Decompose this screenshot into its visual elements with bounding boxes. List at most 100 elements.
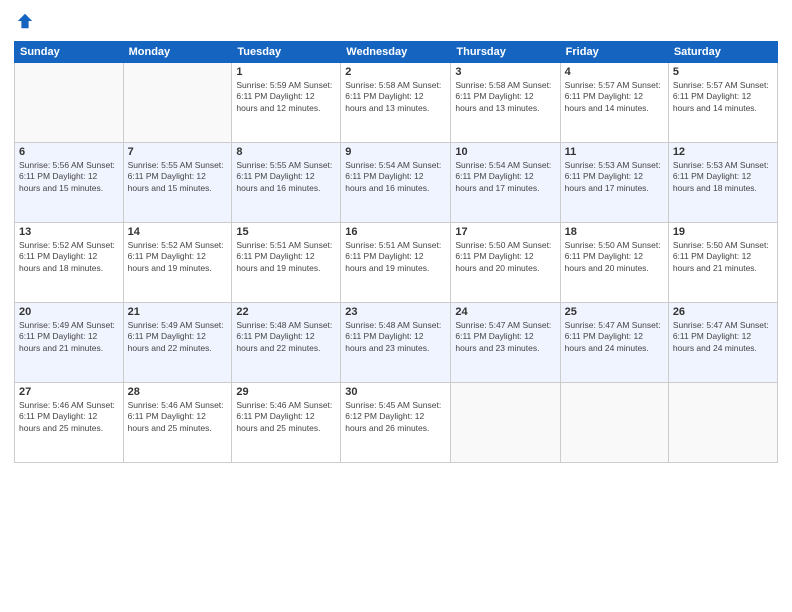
calendar-day-cell: 20 Sunrise: 5:49 AM Sunset: 6:11 PM Dayli… (15, 303, 124, 383)
day-info: Sunrise: 5:48 AM Sunset: 6:11 PM Dayligh… (236, 320, 336, 354)
page: SundayMondayTuesdayWednesdayThursdayFrid… (0, 0, 792, 612)
weekday-header: Tuesday (232, 42, 341, 63)
calendar-day-cell: 26 Sunrise: 5:47 AM Sunset: 6:11 PM Dayli… (668, 303, 777, 383)
day-number: 27 (19, 386, 119, 398)
day-info: Sunrise: 5:46 AM Sunset: 6:11 PM Dayligh… (236, 400, 336, 434)
day-info: Sunrise: 5:55 AM Sunset: 6:11 PM Dayligh… (236, 160, 336, 194)
day-info: Sunrise: 5:50 AM Sunset: 6:11 PM Dayligh… (565, 240, 664, 274)
calendar-day-cell: 18 Sunrise: 5:50 AM Sunset: 6:11 PM Dayli… (560, 223, 668, 303)
day-number: 24 (455, 306, 555, 318)
day-number: 8 (236, 146, 336, 158)
calendar-day-cell: 16 Sunrise: 5:51 AM Sunset: 6:11 PM Dayli… (341, 223, 451, 303)
calendar-day-cell: 22 Sunrise: 5:48 AM Sunset: 6:11 PM Dayli… (232, 303, 341, 383)
day-info: Sunrise: 5:51 AM Sunset: 6:11 PM Dayligh… (345, 240, 446, 274)
calendar-day-cell: 9 Sunrise: 5:54 AM Sunset: 6:11 PM Daylig… (341, 143, 451, 223)
day-number: 14 (128, 226, 228, 238)
day-info: Sunrise: 5:53 AM Sunset: 6:11 PM Dayligh… (673, 160, 773, 194)
calendar-day-cell: 3 Sunrise: 5:58 AM Sunset: 6:11 PM Daylig… (451, 63, 560, 143)
day-number: 4 (565, 66, 664, 78)
day-info: Sunrise: 5:45 AM Sunset: 6:12 PM Dayligh… (345, 400, 446, 434)
day-number: 22 (236, 306, 336, 318)
day-number: 1 (236, 66, 336, 78)
day-info: Sunrise: 5:46 AM Sunset: 6:11 PM Dayligh… (128, 400, 228, 434)
calendar-week-row: 27 Sunrise: 5:46 AM Sunset: 6:11 PM Dayli… (15, 383, 778, 463)
day-info: Sunrise: 5:47 AM Sunset: 6:11 PM Dayligh… (565, 320, 664, 354)
day-info: Sunrise: 5:50 AM Sunset: 6:11 PM Dayligh… (455, 240, 555, 274)
calendar-week-row: 1 Sunrise: 5:59 AM Sunset: 6:11 PM Daylig… (15, 63, 778, 143)
day-number: 12 (673, 146, 773, 158)
day-info: Sunrise: 5:49 AM Sunset: 6:11 PM Dayligh… (128, 320, 228, 354)
day-number: 28 (128, 386, 228, 398)
day-number: 13 (19, 226, 119, 238)
calendar-day-cell: 1 Sunrise: 5:59 AM Sunset: 6:11 PM Daylig… (232, 63, 341, 143)
day-info: Sunrise: 5:54 AM Sunset: 6:11 PM Dayligh… (345, 160, 446, 194)
day-number: 2 (345, 66, 446, 78)
day-info: Sunrise: 5:53 AM Sunset: 6:11 PM Dayligh… (565, 160, 664, 194)
day-number: 20 (19, 306, 119, 318)
calendar-day-cell: 27 Sunrise: 5:46 AM Sunset: 6:11 PM Dayli… (15, 383, 124, 463)
day-info: Sunrise: 5:47 AM Sunset: 6:11 PM Dayligh… (673, 320, 773, 354)
day-number: 7 (128, 146, 228, 158)
day-number: 23 (345, 306, 446, 318)
day-info: Sunrise: 5:58 AM Sunset: 6:11 PM Dayligh… (345, 80, 446, 114)
day-info: Sunrise: 5:57 AM Sunset: 6:11 PM Dayligh… (673, 80, 773, 114)
day-number: 29 (236, 386, 336, 398)
day-number: 15 (236, 226, 336, 238)
calendar-day-cell: 13 Sunrise: 5:52 AM Sunset: 6:11 PM Dayli… (15, 223, 124, 303)
day-number: 16 (345, 226, 446, 238)
day-number: 9 (345, 146, 446, 158)
day-info: Sunrise: 5:49 AM Sunset: 6:11 PM Dayligh… (19, 320, 119, 354)
calendar-day-cell: 23Sunrise: 5:48 AM Sunset: 6:11 PM Dayli… (341, 303, 451, 383)
day-info: Sunrise: 5:52 AM Sunset: 6:11 PM Dayligh… (128, 240, 228, 274)
logo (14, 10, 34, 35)
calendar-day-cell: 10Sunrise: 5:54 AM Sunset: 6:11 PM Dayli… (451, 143, 560, 223)
day-number: 26 (673, 306, 773, 318)
day-number: 6 (19, 146, 119, 158)
calendar-day-cell (668, 383, 777, 463)
weekday-header: Friday (560, 42, 668, 63)
day-info: Sunrise: 5:51 AM Sunset: 6:11 PM Dayligh… (236, 240, 336, 274)
day-number: 3 (455, 66, 555, 78)
day-info: Sunrise: 5:59 AM Sunset: 6:11 PM Dayligh… (236, 80, 336, 114)
calendar-day-cell: 15 Sunrise: 5:51 AM Sunset: 6:11 PM Dayli… (232, 223, 341, 303)
calendar-table: SundayMondayTuesdayWednesdayThursdayFrid… (14, 41, 778, 463)
calendar-day-cell: 12 Sunrise: 5:53 AM Sunset: 6:11 PM Dayli… (668, 143, 777, 223)
weekday-header: Monday (123, 42, 232, 63)
calendar-day-cell (451, 383, 560, 463)
day-info: Sunrise: 5:55 AM Sunset: 6:11 PM Dayligh… (128, 160, 228, 194)
calendar-week-row: 20 Sunrise: 5:49 AM Sunset: 6:11 PM Dayli… (15, 303, 778, 383)
calendar-day-cell: 25 Sunrise: 5:47 AM Sunset: 6:11 PM Dayli… (560, 303, 668, 383)
calendar-day-cell: 6 Sunrise: 5:56 AM Sunset: 6:11 PM Daylig… (15, 143, 124, 223)
calendar-day-cell: 21 Sunrise: 5:49 AM Sunset: 6:11 PM Dayli… (123, 303, 232, 383)
day-info: Sunrise: 5:58 AM Sunset: 6:11 PM Dayligh… (455, 80, 555, 114)
calendar-day-cell: 4 Sunrise: 5:57 AM Sunset: 6:11 PM Daylig… (560, 63, 668, 143)
day-number: 25 (565, 306, 664, 318)
day-info: Sunrise: 5:57 AM Sunset: 6:11 PM Dayligh… (565, 80, 664, 114)
day-number: 19 (673, 226, 773, 238)
weekday-header-row: SundayMondayTuesdayWednesdayThursdayFrid… (15, 42, 778, 63)
calendar-day-cell: 29 Sunrise: 5:46 AM Sunset: 6:11 PM Dayli… (232, 383, 341, 463)
weekday-header: Wednesday (341, 42, 451, 63)
day-number: 21 (128, 306, 228, 318)
day-number: 18 (565, 226, 664, 238)
day-info: Sunrise: 5:56 AM Sunset: 6:11 PM Dayligh… (19, 160, 119, 194)
calendar-day-cell: 28 Sunrise: 5:46 AM Sunset: 6:11 PM Dayli… (123, 383, 232, 463)
logo-icon (16, 12, 34, 30)
day-info: Sunrise: 5:50 AM Sunset: 6:11 PM Dayligh… (673, 240, 773, 274)
calendar-day-cell: 14 Sunrise: 5:52 AM Sunset: 6:11 PM Dayli… (123, 223, 232, 303)
calendar-day-cell: 19 Sunrise: 5:50 AM Sunset: 6:11 PM Dayli… (668, 223, 777, 303)
header (14, 10, 778, 35)
calendar-week-row: 6 Sunrise: 5:56 AM Sunset: 6:11 PM Daylig… (15, 143, 778, 223)
day-number: 11 (565, 146, 664, 158)
calendar-day-cell (15, 63, 124, 143)
day-number: 5 (673, 66, 773, 78)
calendar-day-cell: 2 Sunrise: 5:58 AM Sunset: 6:11 PM Daylig… (341, 63, 451, 143)
day-info: Sunrise: 5:46 AM Sunset: 6:11 PM Dayligh… (19, 400, 119, 434)
calendar-day-cell: 24Sunrise: 5:47 AM Sunset: 6:11 PM Dayli… (451, 303, 560, 383)
calendar-day-cell: 17Sunrise: 5:50 AM Sunset: 6:11 PM Dayli… (451, 223, 560, 303)
calendar-day-cell: 8 Sunrise: 5:55 AM Sunset: 6:11 PM Daylig… (232, 143, 341, 223)
day-info: Sunrise: 5:54 AM Sunset: 6:11 PM Dayligh… (455, 160, 555, 194)
day-info: Sunrise: 5:52 AM Sunset: 6:11 PM Dayligh… (19, 240, 119, 274)
day-number: 30 (345, 386, 446, 398)
calendar-day-cell: 30 Sunrise: 5:45 AM Sunset: 6:12 PM Dayli… (341, 383, 451, 463)
